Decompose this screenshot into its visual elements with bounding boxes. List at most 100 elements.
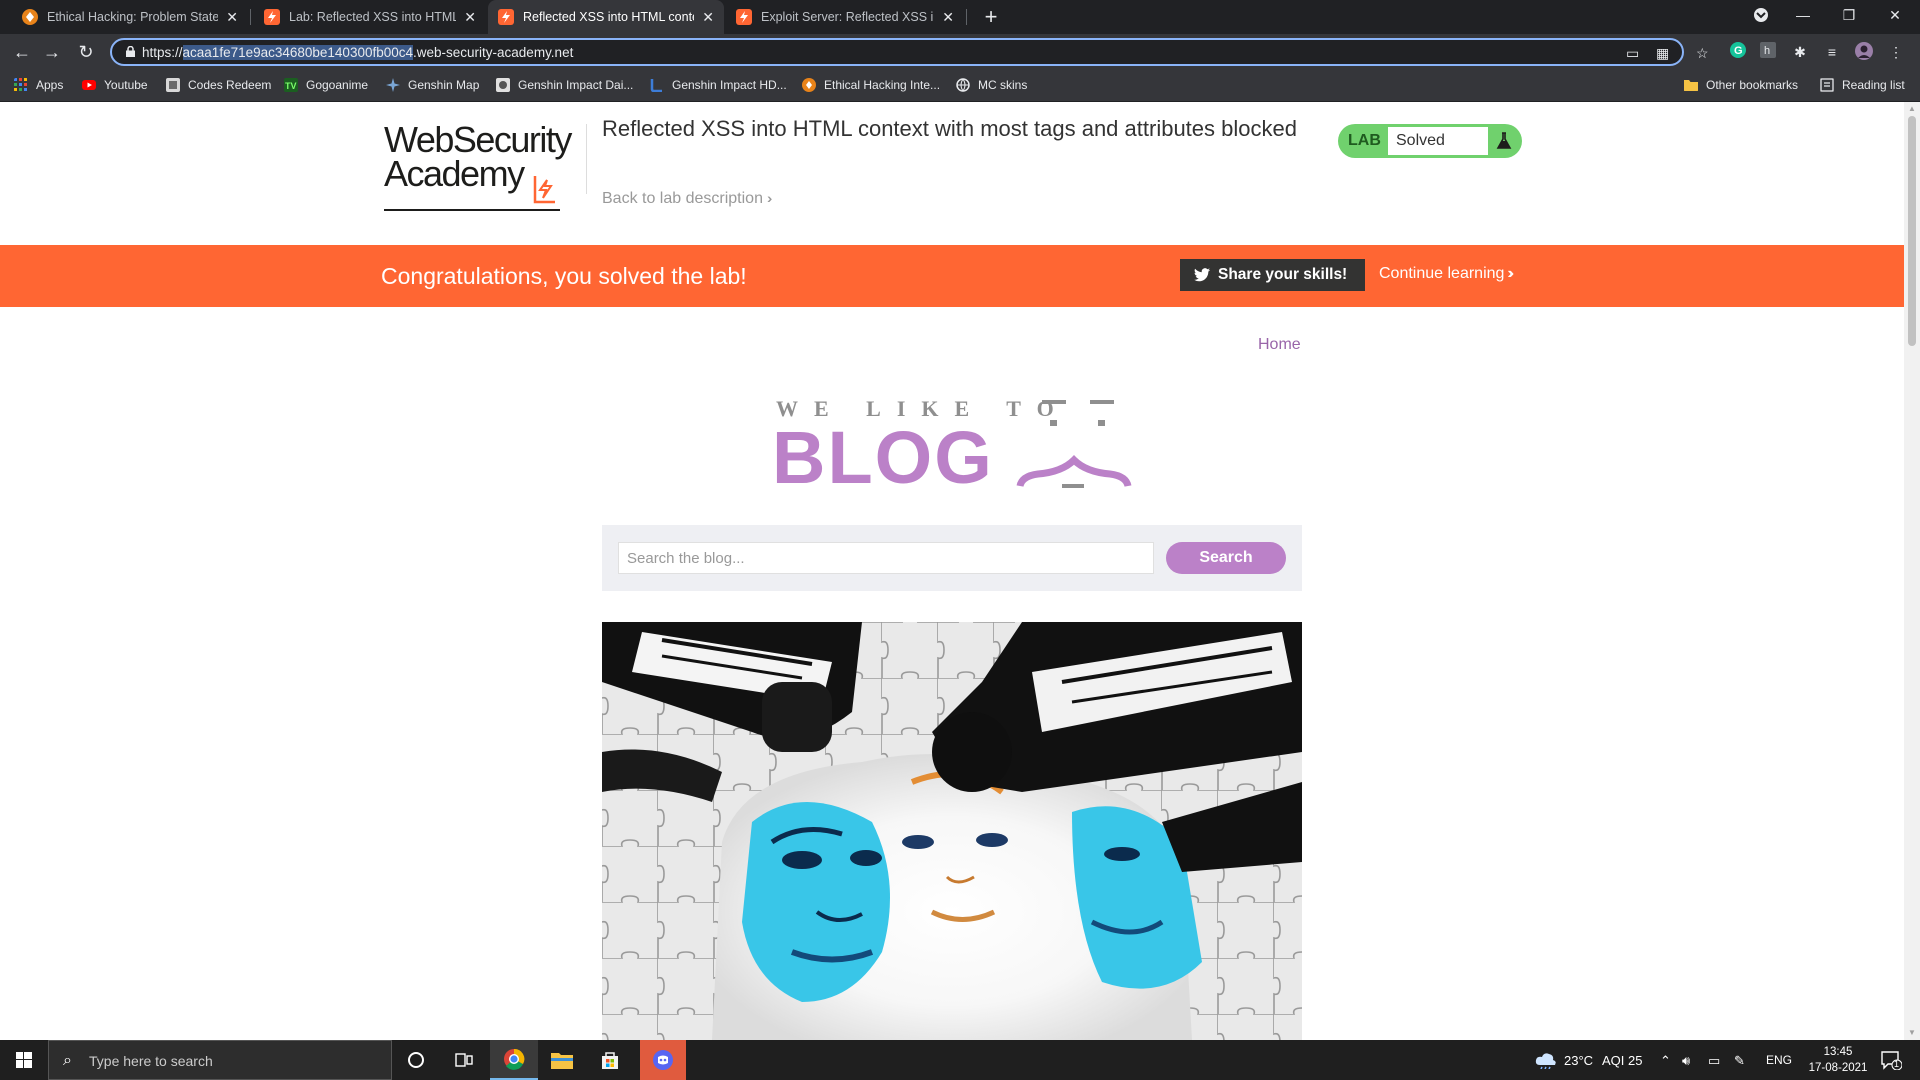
microsoft-store-icon[interactable] [586, 1040, 634, 1080]
scroll-up-arrow-icon[interactable]: ▲ [1904, 102, 1920, 116]
bookmark-codes-redeem[interactable]: Codes Redeem [166, 78, 271, 92]
tab-favicon-icon [264, 9, 280, 25]
share-your-skills-button[interactable]: Share your skills! [1180, 259, 1365, 291]
weather-temp[interactable]: 23°C [1564, 1053, 1593, 1068]
back-to-lab-description-link[interactable]: Back to lab description ›› [602, 190, 774, 208]
task-view-icon[interactable] [440, 1040, 488, 1080]
url-prefix: https:// [142, 45, 183, 60]
bookmark-apps[interactable]: Apps [14, 78, 63, 92]
browser-toolbar: ← → ↻ https://acaa1fe71e9ac34680be140300… [0, 34, 1920, 70]
tab-close-icon[interactable]: ✕ [464, 9, 476, 26]
bookmark-label: Genshin Impact Dai... [518, 78, 634, 92]
bookmark-label: Gogoanime [306, 78, 369, 92]
globe-icon [956, 78, 970, 92]
minimize-icon[interactable]: — [1780, 0, 1826, 30]
extensions-puzzle-icon[interactable]: ✱ [1790, 42, 1810, 62]
new-tab-plus-icon[interactable]: + [978, 4, 1004, 30]
search-input[interactable] [618, 542, 1154, 574]
forward-arrow-icon[interactable]: → [40, 40, 64, 64]
blog-brand: BLOG [772, 416, 994, 499]
tab-close-icon[interactable]: ✕ [942, 9, 954, 26]
weather-aqi[interactable]: AQI 25 [1602, 1053, 1642, 1068]
pen-icon[interactable]: ✎ [1734, 1053, 1745, 1069]
media-control-icon[interactable]: ≡ [1822, 42, 1842, 62]
volume-icon[interactable]: 🔊︎ [1682, 1053, 1690, 1069]
grammarly-icon[interactable]: G [1728, 42, 1748, 62]
bookmark-genshin-hd[interactable]: Genshin Impact HD... [650, 78, 787, 92]
web-security-academy-logo[interactable]: WebSecurity Academy [384, 120, 584, 211]
back-arrow-icon[interactable]: ← [10, 40, 34, 64]
logo-underline [384, 209, 560, 211]
chrome-taskbar-icon[interactable] [490, 1040, 538, 1080]
tab-close-icon[interactable]: ✕ [702, 9, 714, 26]
ethical-icon [802, 78, 816, 92]
search-icon: ⌕ [63, 1052, 72, 1069]
tab-exploit-server[interactable]: Exploit Server: Reflected XSS into ✕ [726, 0, 964, 34]
folder-icon [1684, 80, 1698, 91]
map-icon [386, 78, 400, 92]
double-chevron-icon: ›› [1507, 265, 1513, 282]
scrollbar-thumb[interactable] [1908, 116, 1916, 346]
bookmark-genshin-daily[interactable]: Genshin Impact Dai... [496, 78, 633, 92]
url-selected: acaa1fe71e9ac34680be140300fb00c4 [182, 45, 414, 60]
tab-ethical-hacking[interactable]: Ethical Hacking: Problem Statem ✕ [12, 0, 248, 34]
clock[interactable]: 13:45 17-08-2021 [1808, 1044, 1868, 1076]
search-button[interactable]: Search [1166, 542, 1286, 574]
clock-date: 17-08-2021 [1808, 1062, 1868, 1074]
header-divider [586, 124, 587, 194]
bookmark-other[interactable]: Other bookmarks [1684, 78, 1798, 92]
bookmark-mc-skins[interactable]: MC skins [956, 78, 1027, 92]
continue-learning-link[interactable]: Continue learning ›› [1379, 265, 1514, 283]
tab-favicon-icon [736, 9, 752, 25]
bookmark-youtube[interactable]: Youtube [82, 78, 148, 92]
windows-start-button[interactable] [0, 1040, 48, 1080]
clock-time: 13:45 [1823, 1046, 1853, 1058]
reading-list-icon [1820, 78, 1834, 92]
genshin-hd-icon [650, 79, 662, 92]
bookmark-genshin-map[interactable]: Genshin Map [386, 78, 479, 92]
tab-title: Lab: Reflected XSS into HTML co [289, 10, 457, 24]
extension-h-icon[interactable]: h [1758, 42, 1778, 62]
chrome-menu-icon[interactable]: ⋮ [1886, 42, 1906, 62]
tab-title: Ethical Hacking: Problem Statem [47, 10, 219, 24]
profile-menu-icon[interactable] [1738, 0, 1784, 30]
bookmark-star-icon[interactable]: ☆ [1696, 45, 1709, 62]
bookmark-gogoanime[interactable]: TV Gogoanime [284, 78, 368, 92]
page-scrollbar[interactable]: ▲ ▼ [1904, 102, 1920, 1040]
qr-code-icon[interactable]: ▦ [1656, 45, 1669, 62]
profile-avatar[interactable] [1854, 42, 1874, 62]
we-like-to-blog-logo: WE LIKE TO BLOG [772, 388, 1132, 498]
language-indicator[interactable]: ENG [1766, 1053, 1792, 1067]
discord-taskbar-icon[interactable] [640, 1040, 686, 1080]
network-icon[interactable]: ▭ [1708, 1053, 1720, 1069]
notification-center-icon[interactable]: 1 [1880, 1050, 1903, 1073]
bookmark-label: Genshin Impact HD... [672, 78, 787, 92]
tab-lab-reflected-xss[interactable]: Lab: Reflected XSS into HTML co ✕ [254, 0, 486, 34]
url-text: https://acaa1fe71e9ac34680be140300fb00c4… [142, 45, 573, 60]
bookmark-label: Genshin Map [408, 78, 480, 92]
close-window-icon[interactable]: ✕ [1872, 0, 1918, 30]
weather-cloud-icon[interactable] [1534, 1049, 1558, 1072]
cortana-icon[interactable] [392, 1040, 440, 1080]
svg-text:h: h [1764, 45, 1770, 57]
scroll-down-arrow-icon[interactable]: ▼ [1904, 1026, 1920, 1040]
cast-icon[interactable]: ▭ [1626, 45, 1639, 62]
reload-icon[interactable]: ↻ [74, 40, 98, 64]
windows-taskbar: ⌕ Type here to search 23°C AQI 25 ⌃ 🔊︎ ▭… [0, 1040, 1920, 1080]
taskbar-search-box[interactable]: ⌕ Type here to search [48, 1040, 392, 1080]
reading-list[interactable]: Reading list [1820, 78, 1905, 92]
lab-status: Solved [1388, 127, 1488, 155]
tab-close-icon[interactable]: ✕ [226, 9, 238, 26]
bookmarks-bar: Apps Youtube Codes Redeem TV Gogoanime G… [0, 70, 1920, 102]
blog-post-image[interactable] [602, 622, 1302, 1040]
home-link[interactable]: Home [1258, 336, 1301, 354]
tab-reflected-xss-active[interactable]: Reflected XSS into HTML context ✕ [488, 0, 724, 34]
tray-expand-chevron-icon[interactable]: ⌃ [1660, 1053, 1671, 1069]
address-bar[interactable]: https://acaa1fe71e9ac34680be140300fb00c4… [110, 38, 1709, 66]
file-explorer-icon[interactable] [538, 1040, 586, 1080]
gogoanime-icon: TV [284, 78, 298, 92]
back-link-label: Back to lab description [602, 190, 763, 207]
lab-status-badge: LAB Solved [1338, 124, 1522, 158]
bookmark-ethical-hacking[interactable]: Ethical Hacking Inte... [802, 78, 940, 92]
restore-icon[interactable]: ❐ [1826, 0, 1872, 30]
